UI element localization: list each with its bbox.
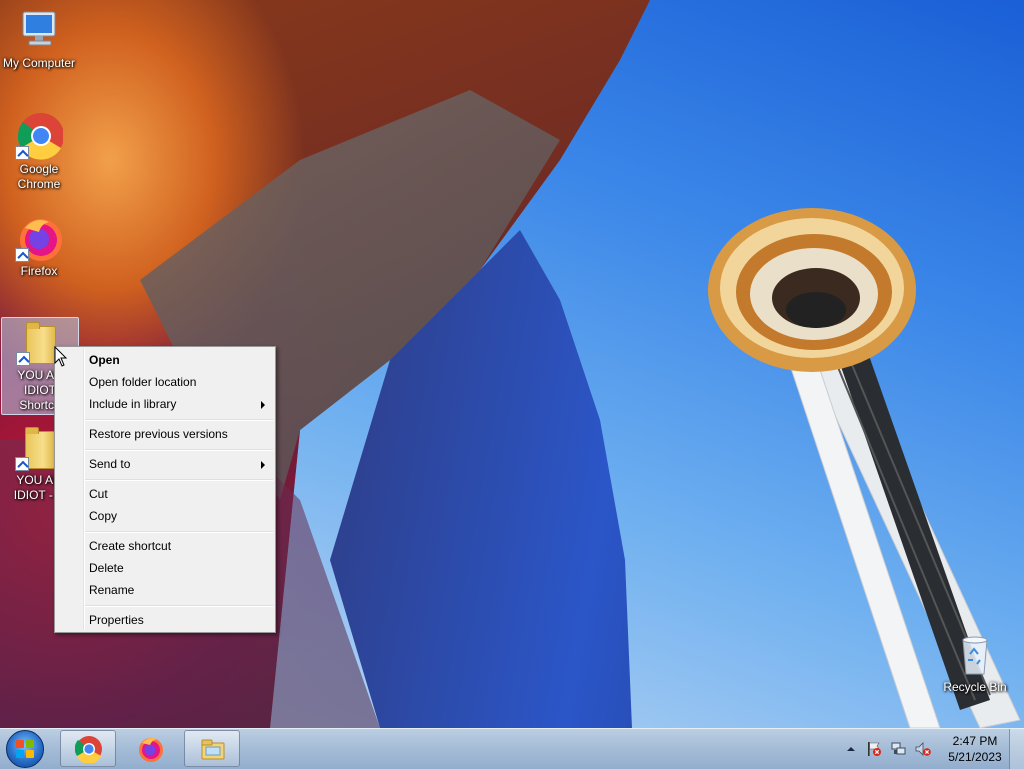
menu-item-open[interactable]: Open bbox=[57, 349, 273, 371]
windows-logo-icon bbox=[16, 740, 34, 758]
volume-muted-icon[interactable] bbox=[915, 741, 931, 757]
taskbar-button-file-explorer[interactable] bbox=[184, 730, 240, 767]
taskbar: 2:47 PM 5/21/2023 bbox=[0, 728, 1024, 769]
menu-item-label: Copy bbox=[89, 509, 118, 523]
system-clock[interactable]: 2:47 PM 5/21/2023 bbox=[935, 733, 1015, 765]
chrome-icon bbox=[15, 112, 64, 160]
taskbar-button-chrome[interactable] bbox=[60, 730, 116, 767]
menu-item-label: Rename bbox=[89, 583, 135, 597]
context-menu: Open Open folder location Include in lib… bbox=[54, 346, 276, 633]
menu-item-label: Create shortcut bbox=[89, 539, 172, 553]
submenu-arrow-icon bbox=[261, 461, 265, 469]
shortcut-arrow-icon bbox=[16, 352, 30, 366]
shortcut-arrow-icon bbox=[15, 457, 29, 471]
desktop-icon-label: Firefox bbox=[20, 264, 58, 278]
menu-item-open-folder-location[interactable]: Open folder location bbox=[57, 371, 273, 393]
clock-date: 5/21/2023 bbox=[948, 750, 1002, 764]
show-desktop-button[interactable] bbox=[1009, 729, 1024, 769]
menu-item-restore-previous-versions[interactable]: Restore previous versions bbox=[57, 423, 273, 445]
firefox-icon bbox=[139, 738, 163, 762]
computer-icon bbox=[15, 6, 63, 54]
desktop-icon-label: Recycle Bin bbox=[943, 680, 1007, 694]
action-center-flag-icon[interactable] bbox=[866, 741, 882, 757]
chrome-icon bbox=[75, 736, 102, 763]
show-hidden-icons-chevron[interactable] bbox=[843, 741, 859, 757]
menu-item-label: Open folder location bbox=[89, 375, 197, 389]
desktop-icon-label: Google Chrome bbox=[17, 162, 61, 191]
mouse-cursor-icon bbox=[54, 346, 68, 367]
menu-item-label: Open bbox=[89, 353, 120, 367]
menu-item-label: Restore previous versions bbox=[89, 427, 228, 441]
menu-item-label: Delete bbox=[89, 561, 124, 575]
menu-item-include-in-library[interactable]: Include in library bbox=[57, 393, 273, 415]
desktop-icon-label: My Computer bbox=[2, 56, 76, 70]
menu-item-copy[interactable]: Copy bbox=[57, 505, 273, 527]
menu-item-label: Cut bbox=[89, 487, 108, 501]
recycle-bin-icon bbox=[951, 630, 999, 678]
desktop-icon-recycle-bin[interactable]: Recycle Bin bbox=[937, 630, 1013, 695]
network-icon[interactable] bbox=[891, 741, 907, 757]
shortcut-arrow-icon bbox=[15, 248, 29, 262]
shortcut-arrow-icon bbox=[15, 146, 29, 160]
menu-separator bbox=[85, 449, 273, 451]
menu-item-cut[interactable]: Cut bbox=[57, 483, 273, 505]
menu-separator bbox=[85, 419, 273, 421]
taskbar-button-firefox[interactable] bbox=[122, 730, 178, 767]
folder-shape bbox=[25, 427, 55, 469]
menu-item-rename[interactable]: Rename bbox=[57, 579, 273, 601]
menu-item-label: Include in library bbox=[89, 397, 177, 411]
menu-item-label: Properties bbox=[89, 613, 144, 627]
clock-time: 2:47 PM bbox=[952, 734, 998, 748]
folder-shape bbox=[26, 322, 56, 364]
desktop-icon-my-computer[interactable]: My Computer bbox=[1, 6, 77, 71]
menu-item-delete[interactable]: Delete bbox=[57, 557, 273, 579]
menu-separator bbox=[85, 531, 273, 533]
start-button[interactable] bbox=[6, 730, 44, 768]
menu-separator bbox=[85, 479, 273, 481]
firefox-icon bbox=[15, 214, 63, 262]
file-explorer-icon bbox=[201, 739, 225, 760]
menu-item-send-to[interactable]: Send to bbox=[57, 453, 273, 475]
menu-separator bbox=[85, 605, 273, 607]
desktop-icon-google-chrome[interactable]: Google Chrome bbox=[1, 112, 77, 192]
desktop-icon-firefox[interactable]: Firefox bbox=[1, 214, 77, 279]
menu-item-label: Send to bbox=[89, 457, 131, 471]
menu-item-properties[interactable]: Properties bbox=[57, 609, 273, 631]
submenu-arrow-icon bbox=[261, 401, 265, 409]
menu-item-create-shortcut[interactable]: Create shortcut bbox=[57, 535, 273, 557]
